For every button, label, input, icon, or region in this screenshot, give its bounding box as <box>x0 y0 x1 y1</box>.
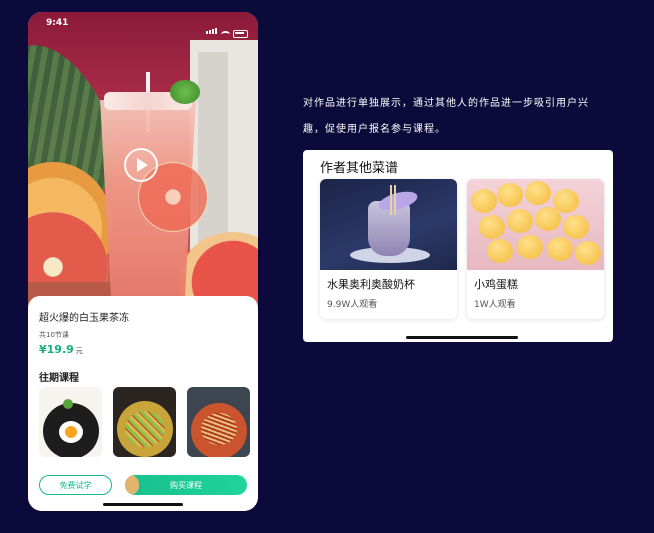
mint-garnish <box>170 80 200 104</box>
course-sheet: 超火爆的白玉果茶冻 共10节课 ¥19.9 元 往期课程 免费试学 购买课程 <box>28 296 258 511</box>
price-value: ¥19.9 <box>39 343 74 356</box>
phone-screen: 9:41 超火爆的白玉果茶冻 共10节课 ¥19.9 元 往期课程 免费试学 购买… <box>28 12 258 511</box>
course-thumb-vegetables[interactable] <box>113 387 176 457</box>
dish-views: 9.9W人观看 <box>327 300 378 310</box>
lesson-count: 共10节课 <box>39 331 69 339</box>
hero-video[interactable] <box>28 12 258 317</box>
course-thumb-egg[interactable] <box>39 387 102 457</box>
status-bar: 9:41 <box>28 12 258 38</box>
price-unit: 元 <box>75 347 83 355</box>
dish-views: 1W人观看 <box>474 300 516 310</box>
dish-name: 水果奥利奥酸奶杯 <box>327 278 415 291</box>
dish-image <box>467 179 604 270</box>
price: ¥19.9 元 <box>39 343 83 356</box>
free-trial-button[interactable]: 免费试学 <box>39 475 112 495</box>
dish-name: 小鸡蛋糕 <box>474 278 518 291</box>
description-line-2: 趣，促使用户报名参与课程。 <box>303 124 446 135</box>
dish-card[interactable]: 水果奥利奥酸奶杯 9.9W人观看 <box>320 179 457 319</box>
status-time: 9:41 <box>46 18 69 28</box>
past-courses-list <box>39 387 250 457</box>
description-line-1: 对作品进行单独展示，通过其他人的作品进一步吸引用户兴 <box>303 98 589 109</box>
other-works-heading: 作者其他菜谱 <box>320 161 399 176</box>
feature-description: 对作品进行单独展示，通过其他人的作品进一步吸引用户兴 趣，促使用户报名参与课程。 <box>303 91 623 143</box>
product-title: 超火爆的白玉果茶冻 <box>39 313 129 324</box>
home-indicator <box>406 336 518 339</box>
dish-card[interactable]: 小鸡蛋糕 1W人观看 <box>467 179 604 319</box>
buy-course-button[interactable]: 购买课程 <box>125 475 247 495</box>
home-indicator <box>103 503 183 506</box>
course-thumb-noodles[interactable] <box>187 387 250 457</box>
wifi-icon <box>221 31 230 38</box>
battery-icon <box>233 30 248 38</box>
dish-image <box>320 179 457 270</box>
buy-course-label: 购买课程 <box>170 480 202 490</box>
past-courses-heading: 往期课程 <box>39 373 79 384</box>
signal-icon <box>206 19 218 38</box>
other-works-card: 作者其他菜谱 水果奥利奥酸奶杯 9.9W人观看 小鸡蛋糕 1W人观看 <box>303 150 613 342</box>
play-icon[interactable] <box>124 148 158 182</box>
